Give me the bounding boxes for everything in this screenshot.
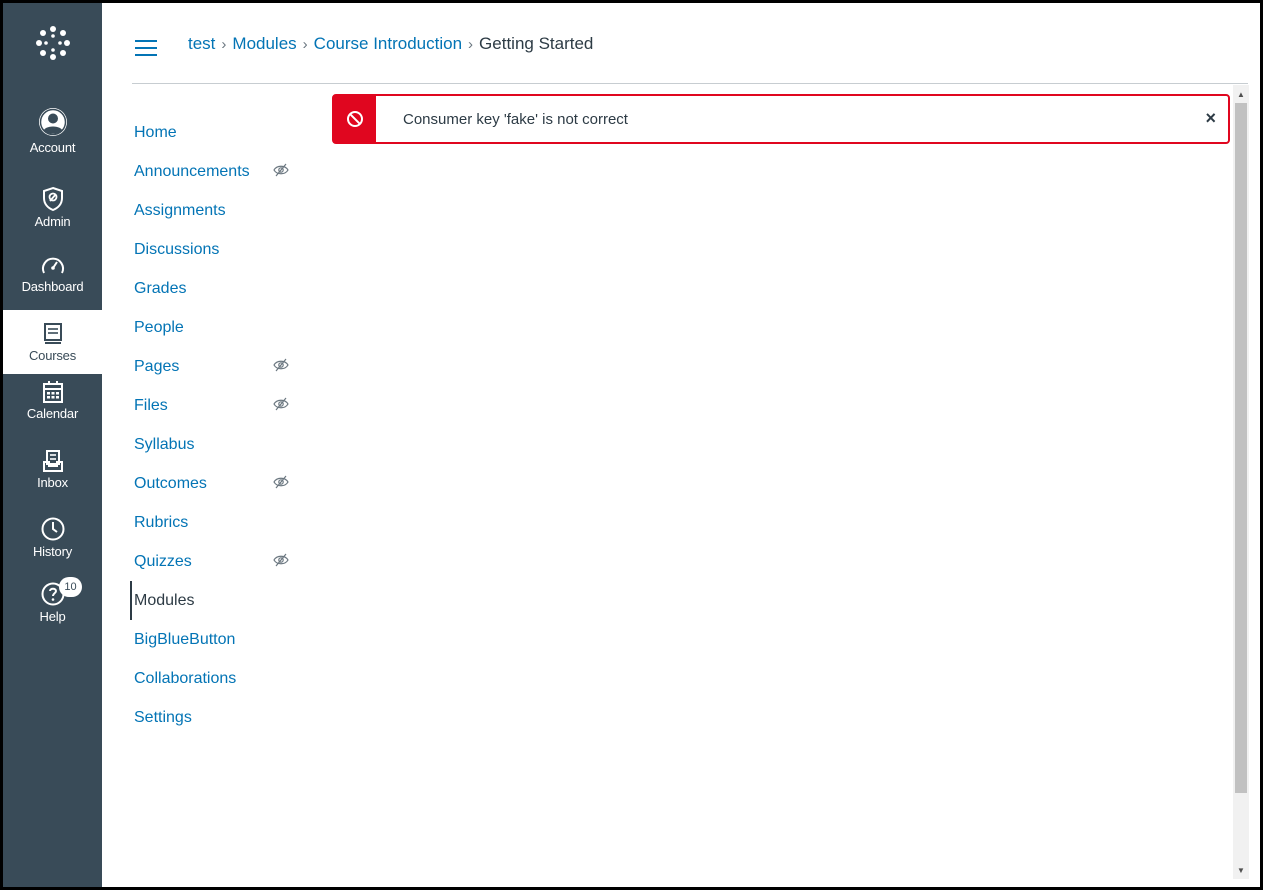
course-menu-toggle-button[interactable] [135,40,157,57]
global-nav-label: Courses [28,347,76,363]
course-nav-link[interactable]: Pages [130,358,179,376]
course-nav-item-discussions: Discussions [130,230,320,269]
breadcrumb-link-modules[interactable]: Modules [232,34,296,53]
course-nav-item-bigbluebutton: BigBlueButton [130,620,320,659]
header-divider [132,83,1248,84]
global-nav-dashboard[interactable]: Dashboard [3,253,102,313]
inbox-icon [42,450,63,472]
course-nav-link[interactable]: Grades [130,280,186,298]
course-nav-link[interactable]: Files [130,397,168,415]
canvas-logo[interactable] [3,3,102,83]
account-icon [38,108,67,136]
alert-message: Consumer key 'fake' is not correct [403,111,628,128]
hidden-eye-icon [273,553,289,567]
global-nav-help[interactable]: 10 Help [3,577,102,641]
global-nav-admin[interactable]: Admin [3,186,102,246]
breadcrumb-separator: › [221,36,227,53]
global-nav-inbox[interactable]: Inbox [3,449,102,509]
hidden-eye-icon [273,163,289,177]
course-nav-link[interactable]: People [130,319,184,337]
canvas-logo-icon [35,26,70,60]
admin-shield-icon [42,186,63,212]
course-nav-item-settings: Settings [130,698,320,737]
scroll-up-arrow-icon[interactable]: ▲ [1233,87,1249,101]
global-nav-label: Calendar [26,406,79,421]
global-nav-courses[interactable]: Courses [3,310,102,374]
course-nav-item-assignments: Assignments [130,191,320,230]
error-alert: Consumer key 'fake' is not correct × [332,94,1230,144]
hamburger-line [135,54,157,56]
course-nav-link[interactable]: Assignments [130,202,226,220]
course-nav-link[interactable]: Discussions [130,241,219,259]
hidden-eye-icon [273,475,289,489]
scroll-down-arrow-icon[interactable]: ▼ [1233,863,1249,877]
calendar-icon [42,381,63,403]
global-nav-label: History [32,544,73,559]
global-nav-account[interactable]: Account [3,106,102,176]
clock-icon [41,517,64,541]
global-nav-history[interactable]: History [3,516,102,576]
course-nav-item-home: Home [130,113,320,152]
breadcrumb-link-module[interactable]: Course Introduction [314,34,462,53]
alert-close-button[interactable]: × [1205,109,1216,127]
global-nav-label: Admin [34,214,71,229]
course-nav-item-quizzes: Quizzes [130,542,320,581]
hamburger-line [135,40,157,42]
course-nav-link[interactable]: Announcements [130,163,250,181]
course-nav-item-grades: Grades [130,269,320,308]
course-nav-item-syllabus: Syllabus [130,425,320,464]
course-nav-link[interactable]: Syllabus [130,436,194,454]
course-nav-item-modules: Modules [130,581,320,620]
global-nav: Account Admin Dashboard Courses Calendar… [3,3,102,887]
global-nav-label: Account [29,140,76,155]
hidden-eye-icon [273,358,289,372]
course-nav-item-files: Files [130,386,320,425]
course-nav-item-pages: Pages [130,347,320,386]
global-nav-calendar[interactable]: Calendar [3,380,102,440]
course-nav-item-collaborations: Collaborations [130,659,320,698]
global-nav-label: Inbox [37,475,68,490]
breadcrumb-current: Getting Started [479,34,594,53]
course-nav-link[interactable]: Collaborations [130,670,236,688]
course-nav-link[interactable]: Home [130,124,177,142]
breadcrumb-link-course[interactable]: test [188,34,215,53]
browser-viewport: Account Admin Dashboard Courses Calendar… [0,0,1263,890]
course-nav-link[interactable]: Rubrics [130,514,188,532]
course-nav-item-announcements: Announcements [130,152,320,191]
course-nav-item-outcomes: Outcomes [130,464,320,503]
courses-book-icon [43,322,62,344]
alert-icon-box [334,96,376,142]
help-notification-badge: 10 [59,577,82,597]
dashboard-gauge-icon [41,257,64,274]
breadcrumb-separator: › [302,36,308,53]
course-nav-link[interactable]: Settings [130,709,192,727]
course-nav-item-people: People [130,308,320,347]
global-nav-label: Dashboard [21,279,84,294]
scrollbar-thumb[interactable] [1235,103,1247,793]
breadcrumb-separator: › [468,36,474,53]
course-nav-item-rubrics: Rubrics [130,503,320,542]
course-nav-link[interactable]: Quizzes [130,553,192,571]
page-scrollbar[interactable]: ▲ ▼ [1233,85,1249,879]
hidden-eye-icon [273,397,289,411]
breadcrumb: test › Modules › Course Introduction › Getting… [188,34,593,54]
course-nav-link[interactable]: Outcomes [130,475,207,493]
hamburger-line [135,47,157,49]
page-header: test › Modules › Course Introduction › Getting… [102,3,1260,85]
no-entry-icon [347,111,363,127]
course-nav-link[interactable]: BigBlueButton [130,631,235,649]
course-nav-link[interactable]: Modules [132,592,194,610]
global-nav-label: Help [39,609,66,624]
course-nav: Home Announcements Assignments Discussio… [130,113,320,737]
